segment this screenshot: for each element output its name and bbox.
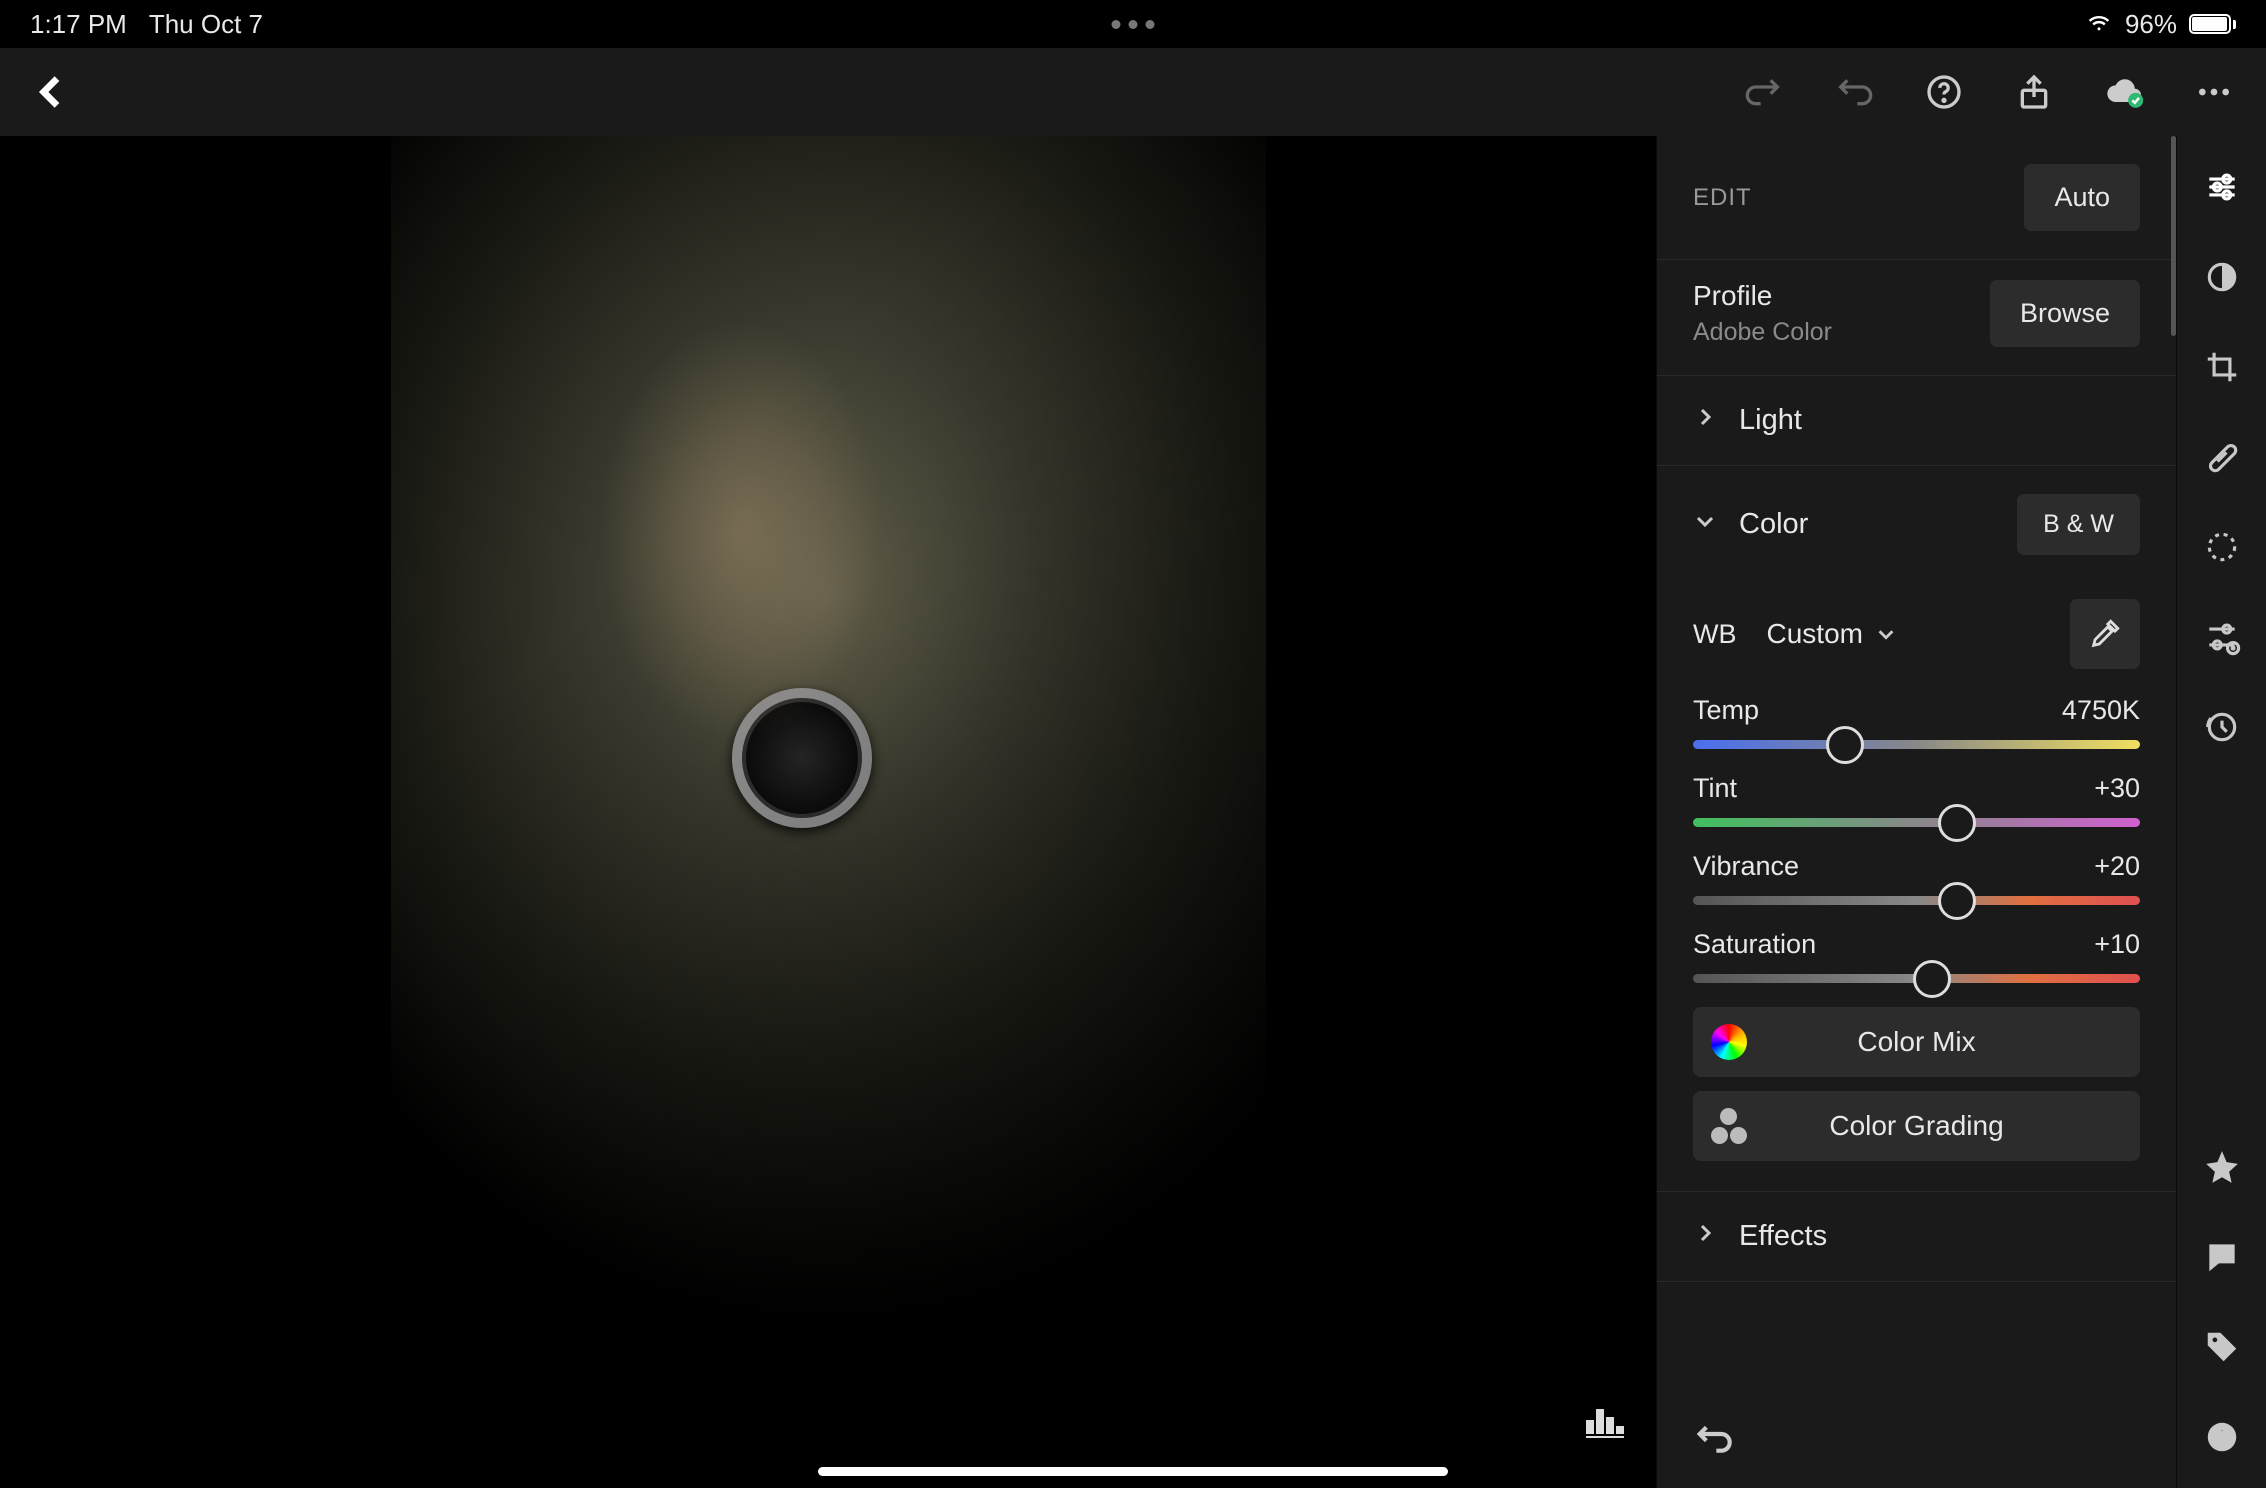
info-icon[interactable]: [2201, 1416, 2243, 1458]
rating-star-icon[interactable]: [2201, 1146, 2243, 1188]
home-indicator[interactable]: [818, 1467, 1448, 1476]
histogram-button[interactable]: [1586, 1406, 1624, 1438]
temp-value: 4750K: [2062, 695, 2140, 726]
status-date: Thu Oct 7: [149, 9, 263, 40]
more-button[interactable]: [2192, 70, 2236, 114]
undo-button[interactable]: [1832, 70, 1876, 114]
bw-button[interactable]: B & W: [2017, 494, 2140, 555]
battery-percent: 96%: [2125, 9, 2177, 40]
profile-label: Profile: [1693, 280, 1832, 312]
masking-tool[interactable]: [2201, 256, 2243, 298]
auto-button[interactable]: Auto: [2024, 164, 2140, 231]
saturation-label: Saturation: [1693, 929, 1816, 960]
battery-icon: [2189, 14, 2236, 34]
color-grading-label: Color Grading: [1829, 1110, 2003, 1142]
browse-profile-button[interactable]: Browse: [1990, 280, 2140, 347]
vibrance-slider[interactable]: Vibrance +20: [1693, 851, 2140, 905]
saturation-slider[interactable]: Saturation +10: [1693, 929, 2140, 983]
multitask-dots[interactable]: [1112, 20, 1155, 29]
share-button[interactable]: [2012, 70, 2056, 114]
comments-icon[interactable]: [2201, 1236, 2243, 1278]
chevron-right-icon: [1693, 404, 1717, 437]
profile-value: Adobe Color: [1693, 318, 1832, 347]
color-grading-button[interactable]: Color Grading: [1693, 1091, 2140, 1161]
effects-section-toggle[interactable]: Effects: [1657, 1192, 2176, 1282]
tint-label: Tint: [1693, 773, 1737, 804]
status-bar: 1:17 PM Thu Oct 7 96%: [0, 0, 2266, 48]
chevron-down-icon: [1693, 508, 1717, 541]
chevron-down-icon: [1875, 623, 1897, 645]
redo-button[interactable]: [1742, 70, 1786, 114]
light-section-label: Light: [1739, 404, 1802, 437]
color-mix-label: Color Mix: [1857, 1026, 1975, 1058]
tool-rail: [2176, 136, 2266, 1488]
versions-tool[interactable]: [2201, 706, 2243, 748]
radial-filter-tool[interactable]: [2201, 526, 2243, 568]
crop-tool[interactable]: [2201, 346, 2243, 388]
wb-label: WB: [1693, 619, 1737, 650]
temp-label: Temp: [1693, 695, 1759, 726]
color-mix-button[interactable]: Color Mix: [1693, 1007, 2140, 1077]
color-grading-icon: [1711, 1108, 1747, 1144]
app-toolbar: [0, 48, 2266, 136]
color-section-toggle[interactable]: Color B & W: [1657, 466, 2176, 583]
edit-panel: EDIT Auto Profile Adobe Color Browse Lig…: [1656, 136, 2176, 1488]
light-section-toggle[interactable]: Light: [1657, 376, 2176, 466]
wifi-icon: [2085, 7, 2113, 42]
tint-value: +30: [2094, 773, 2140, 804]
color-section-label: Color: [1739, 508, 1808, 541]
adjust-tool[interactable]: [2201, 166, 2243, 208]
vibrance-value: +20: [2094, 851, 2140, 882]
temp-slider[interactable]: Temp 4750K: [1693, 695, 2140, 749]
color-wheel-icon: [1711, 1024, 1747, 1060]
status-time: 1:17 PM: [30, 9, 127, 40]
photo-preview[interactable]: [391, 136, 1266, 1451]
tint-slider[interactable]: Tint +30: [1693, 773, 2140, 827]
chevron-right-icon: [1693, 1220, 1717, 1253]
cloud-sync-icon[interactable]: [2102, 70, 2146, 114]
panel-title: EDIT: [1693, 184, 1752, 212]
healing-tool[interactable]: [2201, 436, 2243, 478]
vibrance-label: Vibrance: [1693, 851, 1799, 882]
saturation-value: +10: [2094, 929, 2140, 960]
keywords-icon[interactable]: [2201, 1326, 2243, 1368]
presets-tool[interactable]: [2201, 616, 2243, 658]
eyedropper-button[interactable]: [2070, 599, 2140, 669]
help-button[interactable]: [1922, 70, 1966, 114]
back-button[interactable]: [30, 70, 74, 114]
wb-value: Custom: [1767, 618, 1863, 650]
wb-dropdown[interactable]: Custom: [1767, 618, 1897, 650]
reset-button[interactable]: [1693, 1419, 1733, 1464]
photo-canvas[interactable]: [0, 136, 1656, 1488]
effects-section-label: Effects: [1739, 1220, 1827, 1253]
